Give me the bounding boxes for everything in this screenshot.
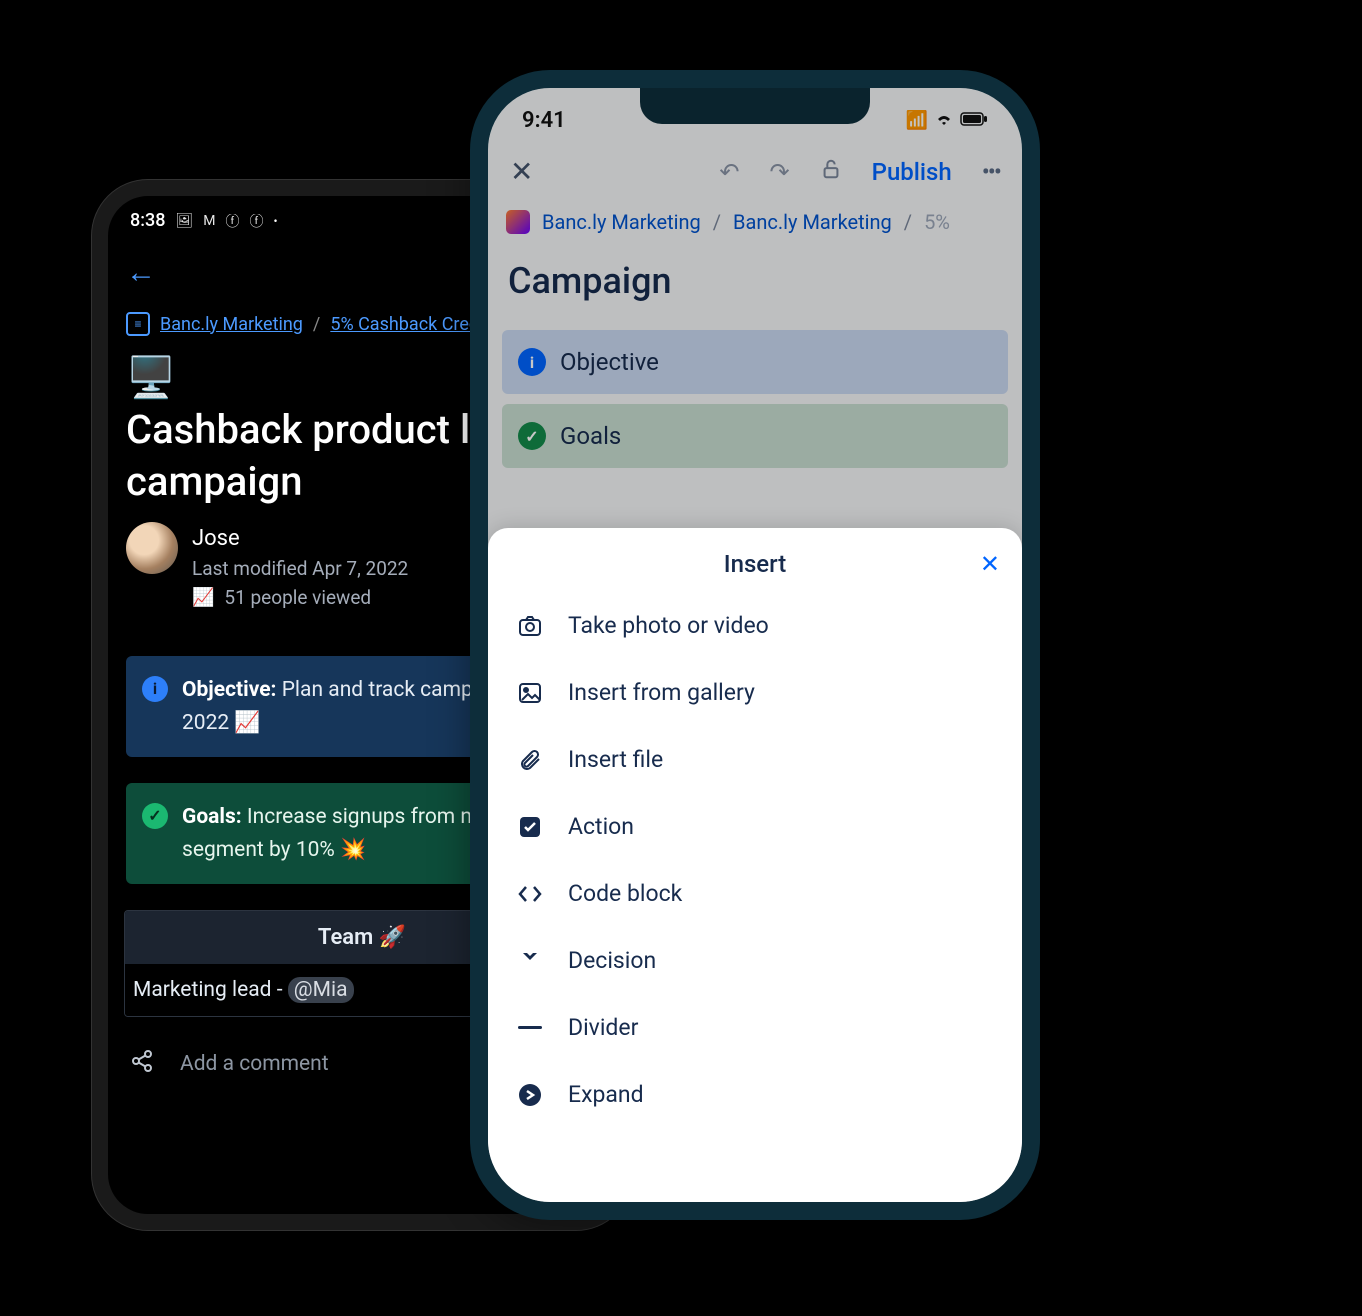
breadcrumb-space[interactable]: Banc.ly Marketing [160, 314, 303, 335]
insert-option-label: Expand [568, 1081, 644, 1108]
attachment-icon [516, 748, 544, 772]
objective-label: Objective [560, 348, 659, 376]
cellular-icon: 📶 [906, 110, 928, 131]
space-avatar-icon[interactable] [506, 210, 530, 234]
undo-icon[interactable]: ↶ [719, 158, 739, 186]
author-avatar[interactable] [126, 522, 178, 574]
share-icon[interactable] [130, 1049, 154, 1079]
breadcrumb-separator: / [713, 210, 721, 234]
breadcrumb-separator: / [313, 314, 320, 335]
insert-option-decision[interactable]: Decision [488, 927, 1022, 994]
objective-panel[interactable]: i Objective [502, 330, 1008, 394]
checkbox-icon [516, 816, 544, 838]
side-button [1022, 428, 1028, 518]
page-icon: ≡ [126, 312, 150, 336]
publish-button[interactable]: Publish [872, 158, 952, 186]
add-comment-input[interactable]: Add a comment [180, 1052, 329, 1076]
image-icon: 🖼 [175, 213, 193, 229]
code-icon [516, 884, 544, 904]
divider-icon [516, 1026, 544, 1030]
image-icon [516, 682, 544, 704]
insert-option-label: Code block [568, 880, 682, 907]
analytics-icon: 📈 [192, 584, 214, 611]
sheet-title: Insert [724, 550, 786, 578]
redo-icon[interactable]: ↷ [770, 158, 790, 186]
user-mention[interactable]: @Mia [288, 977, 354, 1003]
gmail-icon: M [203, 213, 215, 229]
editor-toolbar: ✕ ↶ ↷ Publish ••• [488, 137, 1022, 200]
breadcrumb-space[interactable]: Banc.ly Marketing [542, 210, 701, 234]
facebook-icon: ⓕ [225, 211, 239, 231]
insert-option-label: Action [568, 813, 634, 840]
status-time: 8:38 [130, 210, 165, 231]
close-icon[interactable]: ✕ [980, 550, 1000, 578]
insert-option-divider[interactable]: Divider [488, 994, 1022, 1061]
check-circle-icon: ✓ [518, 422, 546, 450]
page-title[interactable]: Campaign [488, 244, 1022, 320]
insert-option-label: Divider [568, 1014, 638, 1041]
monitor-emoji-icon: 🖥️ [126, 352, 176, 404]
goals-label: Goals [560, 422, 621, 450]
more-icon[interactable]: ••• [982, 158, 1000, 186]
facebook-icon: ⓕ [249, 211, 263, 231]
objective-label: Objective: [182, 678, 276, 702]
check-circle-icon: ✓ [142, 803, 168, 829]
breadcrumb-page[interactable]: 5% Cashback Credit [330, 314, 489, 335]
wifi-icon [934, 110, 954, 131]
iphone-frame: 9:41 📶 ✕ ↶ ↷ Publish ••• Banc.ly Marketi… [470, 70, 1040, 1220]
status-bar: 9:41 📶 [488, 88, 1022, 137]
insert-option-label: Take photo or video [568, 612, 769, 639]
goals-label: Goals: [182, 805, 242, 829]
camera-icon [516, 615, 544, 637]
insert-option-label: Insert file [568, 746, 663, 773]
author-name: Jose [192, 522, 408, 555]
last-modified: Last modified Apr 7, 2022 [192, 555, 408, 584]
insert-sheet: Insert ✕ Take photo or video Insert from… [488, 528, 1022, 1202]
insert-option-action[interactable]: Action [488, 793, 1022, 860]
info-icon: i [142, 676, 168, 702]
team-row-label: Marketing lead - [133, 978, 288, 1002]
insert-option-label: Decision [568, 947, 656, 974]
insert-option-gallery[interactable]: Insert from gallery [488, 659, 1022, 726]
sheet-header: Insert ✕ [488, 528, 1022, 592]
breadcrumb: Banc.ly Marketing / Banc.ly Marketing / … [488, 200, 1022, 244]
decision-icon [516, 950, 544, 972]
insert-option-take-photo[interactable]: Take photo or video [488, 592, 1022, 659]
insert-option-label: Insert from gallery [568, 679, 755, 706]
breadcrumb-separator: / [904, 210, 912, 234]
byline-text: Jose Last modified Apr 7, 2022 📈 51 peop… [192, 522, 408, 612]
insert-option-file[interactable]: Insert file [488, 726, 1022, 793]
close-icon[interactable]: ✕ [510, 155, 533, 188]
unlock-icon[interactable] [820, 158, 842, 186]
battery-icon [960, 110, 988, 131]
status-time: 9:41 [522, 108, 566, 133]
insert-option-expand[interactable]: Expand [488, 1061, 1022, 1128]
info-icon: i [518, 348, 546, 376]
notification-dot-icon: • [273, 214, 277, 228]
goals-panel[interactable]: ✓ Goals [502, 404, 1008, 468]
back-arrow-icon[interactable]: ← [126, 255, 156, 290]
view-count: 51 people viewed [224, 584, 371, 613]
insert-option-code[interactable]: Code block [488, 860, 1022, 927]
expand-icon [516, 1084, 544, 1106]
breadcrumb-truncated[interactable]: 5% [924, 210, 950, 234]
breadcrumb-parent[interactable]: Banc.ly Marketing [733, 210, 892, 234]
